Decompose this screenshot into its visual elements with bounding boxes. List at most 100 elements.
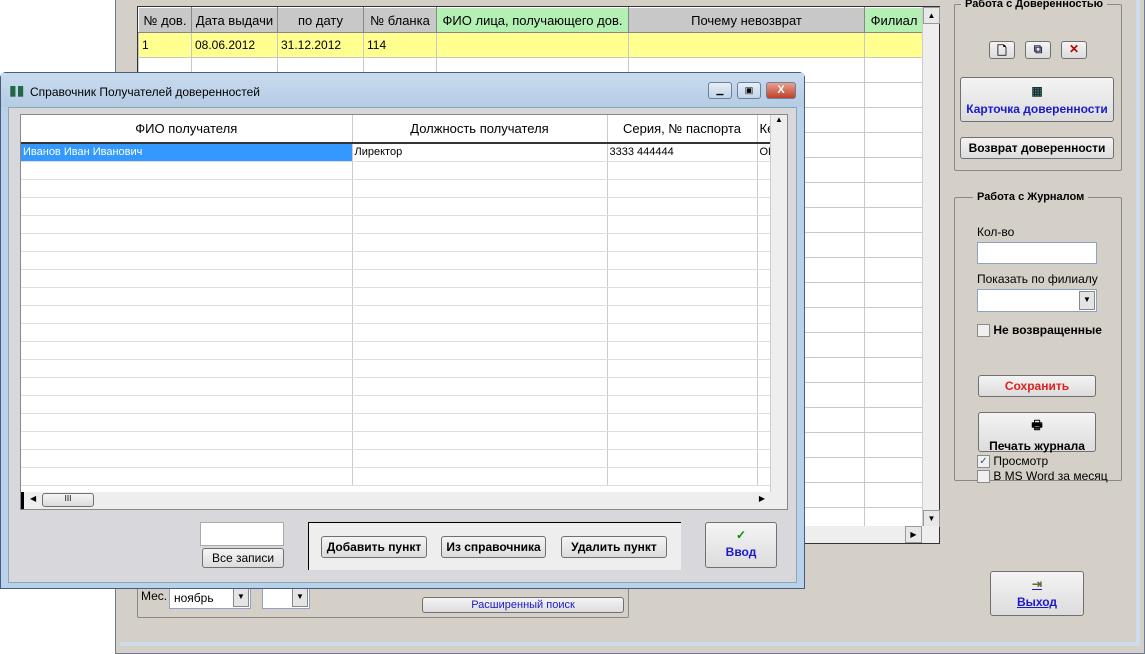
month-label: Мес. xyxy=(141,589,168,603)
table-row[interactable] xyxy=(21,413,772,432)
grid-header: ФИО получателя Должность получателя Сери… xyxy=(21,115,772,144)
cell-passport[interactable]: 3333 444444 xyxy=(607,143,758,162)
close-button[interactable]: X xyxy=(766,82,796,99)
card-icon: ▦ xyxy=(1031,84,1043,98)
table-row[interactable] xyxy=(21,215,772,234)
add-item-button[interactable]: Добавить пункт xyxy=(321,536,427,558)
table-row[interactable]: 1 08.06.2012 31.12.2012 114 xyxy=(138,32,924,58)
table-row[interactable] xyxy=(21,377,772,396)
enter-button[interactable]: ✓ Ввод xyxy=(705,522,777,568)
table-row[interactable]: Иванов Иван Иванович Лиректор 3333 44444… xyxy=(21,143,772,162)
chevron-down-icon[interactable]: ▼ xyxy=(1079,291,1095,310)
word-month-checkbox[interactable]: В MS Word за месяц xyxy=(977,469,1108,484)
close-icon: X xyxy=(777,84,785,96)
table-row[interactable] xyxy=(21,269,772,288)
table-row[interactable] xyxy=(21,179,772,198)
dialog-body: ФИО получателя Должность получателя Сери… xyxy=(8,107,797,583)
maximize-icon: ▣ xyxy=(744,85,754,95)
advanced-search-button[interactable]: Расширенный поиск xyxy=(422,597,624,613)
exit-door-icon: ⇥ xyxy=(1031,577,1043,591)
poa-return-button[interactable]: Возврат доверенности xyxy=(960,137,1114,159)
cell-num[interactable]: 1 xyxy=(138,32,192,58)
delete-item-button[interactable]: Удалить пункт xyxy=(561,536,667,558)
checkmark-icon: ✓ xyxy=(735,528,747,542)
scroll-right-icon[interactable]: ▶ xyxy=(759,494,765,503)
all-records-button[interactable]: Все записи xyxy=(202,548,284,568)
cell-name[interactable]: Иванов Иван Иванович xyxy=(21,143,353,162)
maximize-button[interactable]: ▣ xyxy=(737,82,761,99)
col-header-name[interactable]: ФИО получателя xyxy=(21,115,353,144)
dialog-vertical-scrollbar[interactable]: ▲ xyxy=(770,115,787,492)
table-row[interactable] xyxy=(21,323,772,342)
table-row[interactable] xyxy=(21,251,772,270)
table-row[interactable] xyxy=(21,449,772,468)
scroll-left-icon[interactable]: ◀ xyxy=(30,494,36,503)
filter-input[interactable] xyxy=(200,522,284,546)
minimize-icon: ▁ xyxy=(716,85,724,95)
save-button[interactable]: Сохранить xyxy=(978,375,1096,397)
table-row[interactable] xyxy=(21,161,772,180)
cell-issue-date[interactable]: 08.06.2012 xyxy=(191,32,278,58)
cell-blank-num[interactable]: 114 xyxy=(363,32,437,58)
table-row[interactable] xyxy=(21,305,772,324)
scroll-right-icon[interactable]: ▶ xyxy=(905,526,922,543)
scroll-up-icon[interactable]: ▲ xyxy=(923,7,940,24)
year-select[interactable]: ▼ xyxy=(262,586,310,609)
col-header-to-date[interactable]: по дату xyxy=(277,7,364,33)
copy-document-button[interactable]: ⧉ xyxy=(1025,41,1051,59)
minimize-button[interactable]: ▁ xyxy=(708,82,732,99)
from-reference-button[interactable]: Из справочника xyxy=(441,536,546,558)
chevron-down-icon[interactable]: ▼ xyxy=(292,588,308,607)
col-header-issue-date[interactable]: Дата выдачи xyxy=(191,7,278,33)
dialog-title: Справочник Получателей доверенностей xyxy=(30,85,260,99)
main-vertical-scrollbar[interactable]: ▲ ▼ xyxy=(922,7,940,527)
preview-checkbox[interactable]: ✓ Просмотр xyxy=(977,454,1048,469)
scroll-down-icon[interactable]: ▼ xyxy=(923,510,940,527)
scroll-thumb[interactable]: III xyxy=(42,493,94,507)
cell-recipient[interactable] xyxy=(436,32,629,58)
col-header-num[interactable]: № дов. xyxy=(138,7,192,33)
table-row[interactable] xyxy=(21,233,772,252)
printer-icon: 🖶 xyxy=(1031,418,1043,432)
recipients-grid[interactable]: ФИО получателя Должность получателя Сери… xyxy=(20,114,788,510)
new-document-button[interactable]: 🗋 xyxy=(989,41,1015,59)
month-select[interactable]: ноябрь ▼ xyxy=(169,586,251,609)
branch-select[interactable]: ▼ xyxy=(977,289,1097,312)
col-header-passport[interactable]: Серия, № паспорта xyxy=(607,115,758,144)
not-returned-checkbox[interactable]: Не возвращенные xyxy=(977,323,1102,338)
enter-label: Ввод xyxy=(725,545,757,559)
print-journal-button[interactable]: 🖶 Печать журнала xyxy=(978,412,1096,453)
table-row[interactable] xyxy=(21,359,772,378)
dialog-horizontal-scrollbar[interactable]: ◀ III ▶ xyxy=(21,492,787,509)
copy-document-icon: ⧉ xyxy=(1033,42,1043,56)
col-header-blank-num[interactable]: № бланка xyxy=(363,7,437,33)
table-row[interactable] xyxy=(21,467,772,486)
table-row[interactable] xyxy=(21,395,772,414)
grid-header: № дов. Дата выдачи по дату № бланка ФИО … xyxy=(138,7,924,33)
exit-label: Выход xyxy=(1016,595,1058,609)
cell-position[interactable]: Лиректор xyxy=(352,143,608,162)
dialog-titlebar[interactable]: ▮▮ Справочник Получателей доверенностей … xyxy=(1,73,804,107)
table-row[interactable] xyxy=(21,431,772,450)
col-header-reason[interactable]: Почему невозврат xyxy=(628,7,865,33)
chevron-down-icon[interactable]: ▼ xyxy=(233,588,249,607)
cell-branch[interactable] xyxy=(864,32,924,58)
poa-card-label: Карточка доверенности xyxy=(966,102,1108,116)
col-header-issued-by[interactable]: Ке xyxy=(757,115,772,144)
exit-button[interactable]: ⇥ Выход xyxy=(990,571,1084,616)
delete-document-button[interactable]: ✕ xyxy=(1061,41,1087,59)
poa-card-button[interactable]: ▦ Карточка доверенности xyxy=(960,77,1114,122)
scroll-up-icon[interactable]: ▲ xyxy=(771,115,787,124)
cell-issued-by[interactable]: ОВ xyxy=(757,143,772,162)
qty-input[interactable] xyxy=(977,242,1097,264)
cell-reason[interactable] xyxy=(628,32,865,58)
table-row[interactable] xyxy=(21,197,772,216)
table-row[interactable] xyxy=(21,287,772,306)
cell-to-date[interactable]: 31.12.2012 xyxy=(277,32,364,58)
col-header-recipient[interactable]: ФИО лица, получающего дов. xyxy=(436,7,629,33)
delete-icon: ✕ xyxy=(1068,42,1080,56)
new-document-icon: 🗋 xyxy=(997,44,1007,58)
col-header-position[interactable]: Должность получателя xyxy=(352,115,608,144)
col-header-branch[interactable]: Филиал xyxy=(864,7,924,33)
table-row[interactable] xyxy=(21,341,772,360)
